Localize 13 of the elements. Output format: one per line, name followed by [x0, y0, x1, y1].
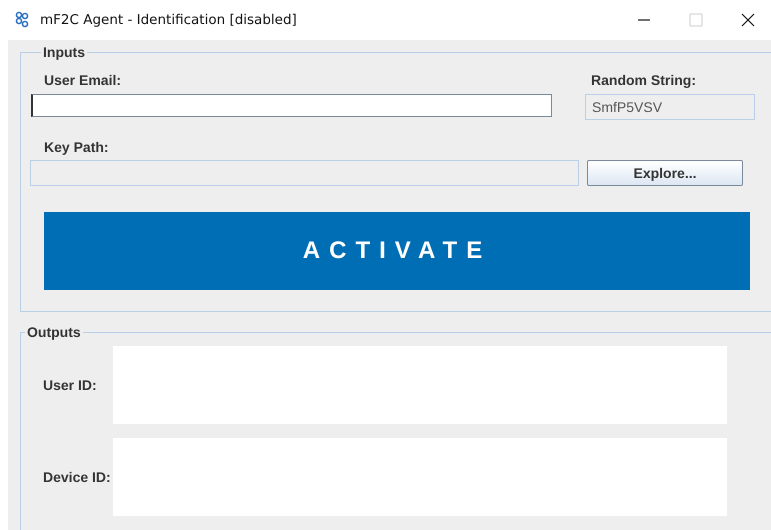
field-label: User ID: [42, 377, 98, 393]
field-label: User Email: [44, 72, 122, 88]
app-icon [14, 11, 30, 29]
email-field[interactable] [31, 94, 552, 117]
activate-button[interactable]: ACTIVATE [44, 212, 750, 290]
field-label: Device ID: [42, 469, 112, 485]
inputs-legend: Inputs [41, 44, 87, 60]
field-label: Random String: [591, 72, 696, 88]
explore-button[interactable]: Explore... [587, 160, 743, 186]
window-title: mF2C Agent - Identification [disabled] [40, 12, 298, 28]
outputs-legend: Outputs [25, 324, 83, 340]
close-icon[interactable] [741, 13, 755, 27]
field-label: Key Path: [44, 139, 109, 155]
